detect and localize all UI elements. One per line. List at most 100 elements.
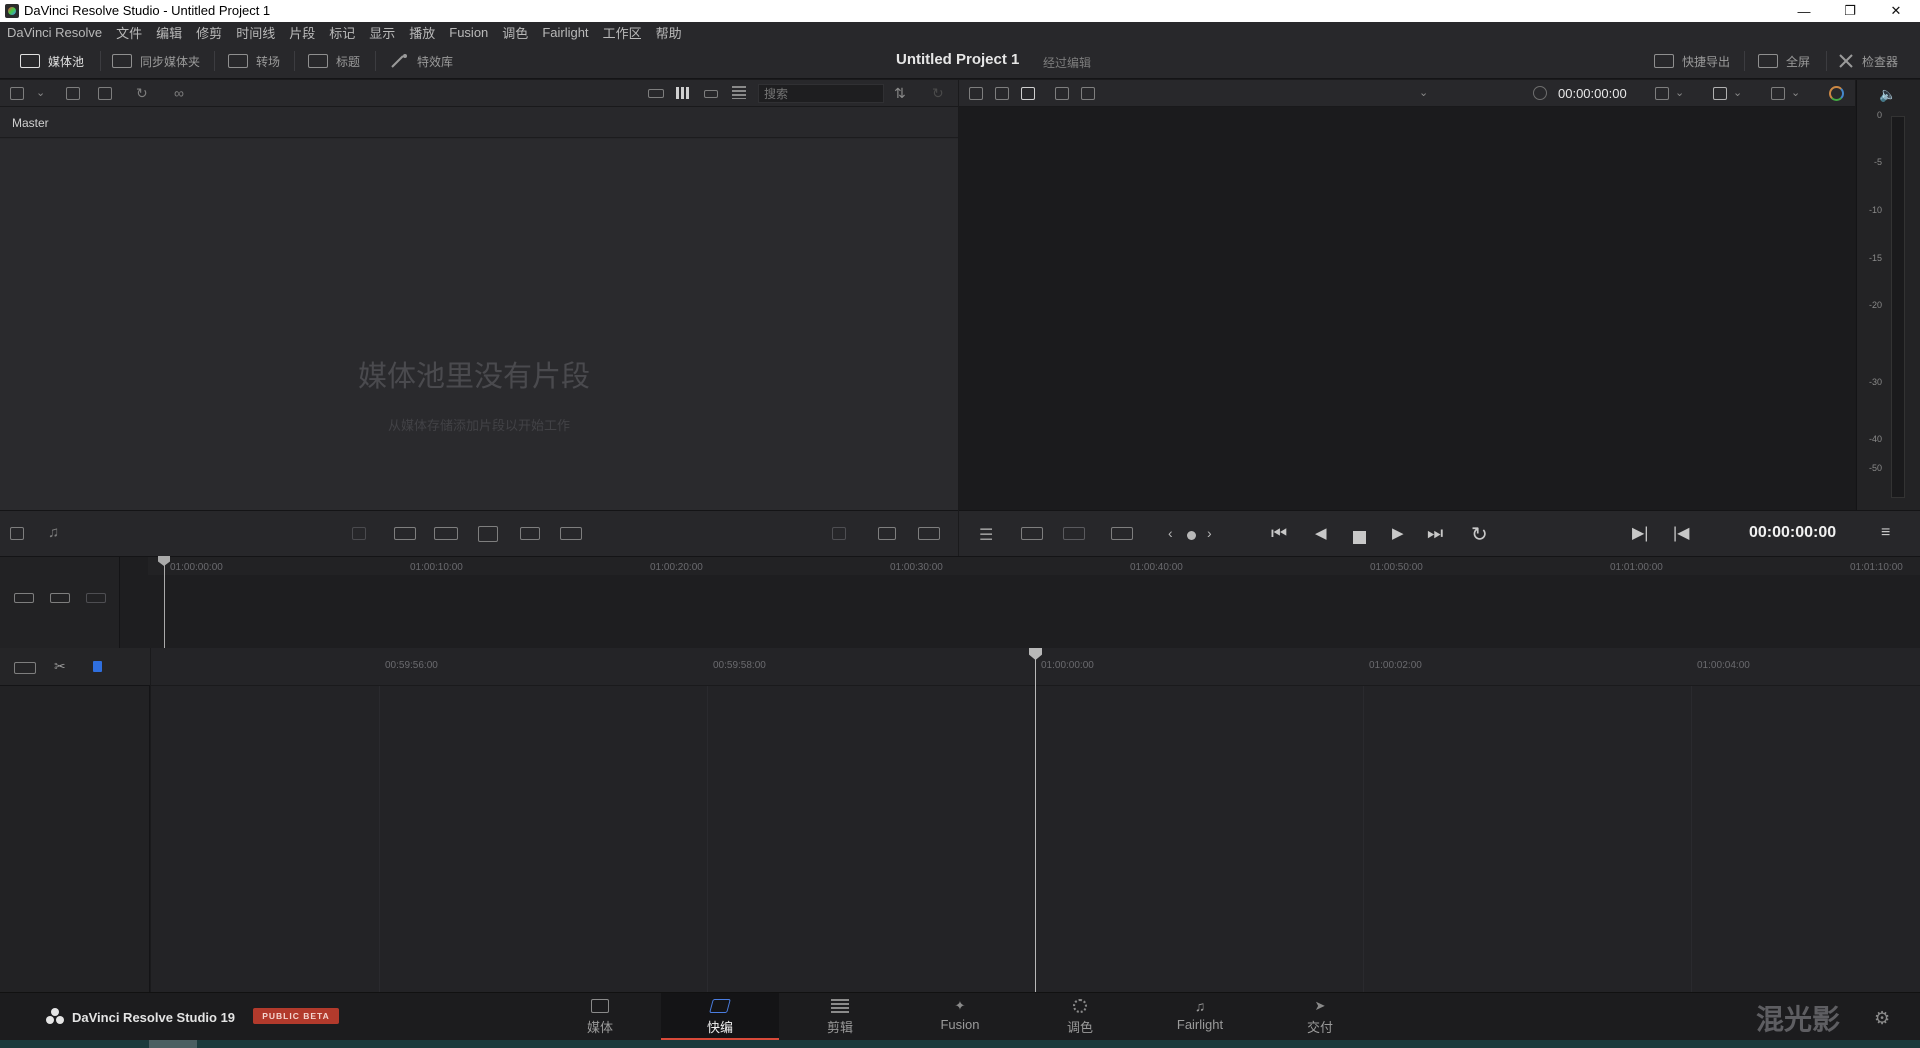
tab-edit[interactable]: 剪辑: [781, 993, 899, 1040]
timeline-view-icon[interactable]: [1021, 87, 1035, 100]
poi-add-icon[interactable]: [1063, 527, 1085, 540]
zoom-icon[interactable]: [1771, 87, 1785, 100]
media-pool-button[interactable]: 媒体池: [20, 52, 84, 70]
menu-clip[interactable]: 片段: [289, 23, 315, 42]
restore-icon[interactable]: ❐: [1827, 0, 1873, 22]
speaker-icon[interactable]: 🔈: [1879, 86, 1896, 103]
close-up-icon[interactable]: [478, 526, 498, 542]
tab-fairlight[interactable]: ♫ Fairlight: [1141, 993, 1259, 1040]
titles-button[interactable]: 标题: [308, 52, 360, 70]
menu-trim[interactable]: 修剪: [196, 23, 222, 42]
source-overwrite-icon[interactable]: [560, 527, 582, 540]
image-icon[interactable]: [878, 527, 896, 540]
new-smart-bin-icon[interactable]: [98, 87, 112, 100]
minimize-icon[interactable]: —: [1781, 0, 1827, 22]
close-icon[interactable]: ✕: [1873, 0, 1919, 22]
poi-icon[interactable]: [1021, 527, 1043, 540]
append-icon[interactable]: [394, 527, 416, 540]
effects-button[interactable]: 特效库: [389, 52, 453, 70]
scissors-icon[interactable]: ✂: [54, 658, 66, 675]
menu-playback[interactable]: 播放: [409, 23, 435, 42]
gear-icon[interactable]: ⚙: [1874, 1008, 1890, 1029]
scroll-thumb[interactable]: [149, 1040, 197, 1048]
menu-fusion[interactable]: Fusion: [449, 25, 488, 40]
menu-davinci-resolve[interactable]: DaVinci Resolve: [7, 25, 102, 40]
play-reverse-icon[interactable]: ◀: [1315, 524, 1327, 542]
loop-icon[interactable]: ↻: [1471, 522, 1488, 547]
go-to-end-icon[interactable]: ⏭: [1427, 523, 1443, 544]
center-dot-icon[interactable]: [1187, 531, 1196, 540]
tab-deliver[interactable]: ➤ 交付: [1261, 993, 1379, 1040]
camera-icon[interactable]: [1081, 87, 1095, 100]
tab-color[interactable]: 调色: [1021, 993, 1139, 1040]
source-tape-icon[interactable]: [995, 87, 1009, 100]
upper-timeline[interactable]: 01:00:00:00 01:00:10:00 01:00:20:00 01:0…: [0, 556, 1920, 649]
media-pool-empty-area[interactable]: 媒体池里没有片段 从媒体存储添加片段以开始工作: [0, 139, 958, 510]
menu-mark[interactable]: 标记: [329, 23, 355, 42]
quick-export-button[interactable]: 快捷导出: [1654, 52, 1730, 70]
chevron-down-icon[interactable]: ⌄: [1733, 86, 1742, 99]
thumbnail-view-icon[interactable]: [676, 87, 690, 99]
chevron-right-icon[interactable]: ›: [1207, 525, 1212, 541]
source-clip-icon[interactable]: [969, 87, 983, 100]
chevron-left-icon[interactable]: ‹: [1168, 525, 1173, 541]
tab-cut[interactable]: 快编: [661, 993, 779, 1040]
chevron-down-icon[interactable]: ⌄: [1419, 86, 1428, 99]
mark-in-icon[interactable]: ▶|: [1632, 523, 1648, 543]
add-track-icon[interactable]: [10, 527, 24, 540]
multi-view-icon[interactable]: [1055, 87, 1069, 100]
transitions-button[interactable]: 转场: [228, 52, 280, 70]
waveform-icon[interactable]: [918, 527, 940, 540]
list-view-icon[interactable]: [732, 86, 746, 99]
color-wheel-icon[interactable]: [1829, 86, 1844, 101]
ripple-overwrite-icon[interactable]: [434, 527, 458, 540]
menu-fairlight[interactable]: Fairlight: [542, 25, 588, 40]
menu-view[interactable]: 显示: [369, 23, 395, 42]
stop-icon[interactable]: [1353, 531, 1366, 544]
menu-help[interactable]: 帮助: [656, 23, 682, 42]
sync-bin-button[interactable]: 同步媒体夹: [112, 52, 200, 70]
upper-timeline-ruler[interactable]: 01:00:00:00 01:00:10:00 01:00:20:00 01:0…: [148, 557, 1920, 575]
sidebar-toggle-icon[interactable]: [10, 87, 24, 100]
bin-header[interactable]: Master: [0, 107, 958, 138]
inspector-button[interactable]: 检查器: [1838, 52, 1898, 70]
marker-icon[interactable]: [93, 661, 102, 672]
tab-media[interactable]: 媒体: [541, 993, 659, 1040]
go-to-start-icon[interactable]: ⏮: [1271, 523, 1287, 544]
chevron-down-icon[interactable]: ⌄: [1791, 86, 1800, 99]
sort-icon[interactable]: ⇅: [894, 85, 906, 102]
menu-timeline[interactable]: 时间线: [236, 23, 275, 42]
metadata-view-icon[interactable]: [648, 89, 664, 98]
menu-edit[interactable]: 编辑: [156, 23, 182, 42]
menu-file[interactable]: 文件: [116, 23, 142, 42]
timeline-list-icon[interactable]: [832, 527, 846, 540]
clip-view-icon[interactable]: [14, 662, 36, 674]
unlink-icon[interactable]: ∞: [174, 85, 184, 101]
play-icon[interactable]: ▶: [1392, 524, 1404, 542]
refresh-icon[interactable]: ↻: [932, 85, 944, 102]
play-around-icon[interactable]: [1111, 527, 1133, 540]
sliders-icon[interactable]: ☰: [979, 525, 993, 545]
chevron-down-icon[interactable]: ⌄: [1675, 86, 1684, 99]
fullscreen-button[interactable]: 全屏: [1758, 52, 1810, 70]
media-search-input[interactable]: [758, 84, 884, 103]
new-bin-icon[interactable]: [66, 87, 80, 100]
chevron-down-icon[interactable]: ⌄: [36, 86, 45, 99]
aspect-ratio-icon[interactable]: [1655, 87, 1669, 100]
audio-note-icon[interactable]: ♫: [48, 524, 59, 541]
relink-icon[interactable]: ↻: [136, 85, 148, 102]
menu-workspace[interactable]: 工作区: [603, 23, 642, 42]
upper-playhead[interactable]: [164, 556, 165, 648]
safe-area-icon[interactable]: [1713, 87, 1727, 100]
track-settings-icon[interactable]: [50, 593, 70, 603]
tab-fusion[interactable]: ✦ Fusion: [901, 993, 1019, 1040]
track-lock-icon[interactable]: [14, 593, 34, 603]
smart-insert-icon[interactable]: [352, 527, 366, 540]
menu-color[interactable]: 调色: [502, 23, 528, 42]
track-audio-icon[interactable]: [86, 593, 106, 603]
lower-playhead[interactable]: [1035, 652, 1036, 992]
mark-out-icon[interactable]: |◀: [1673, 523, 1689, 543]
filmstrip-view-icon[interactable]: [704, 90, 718, 98]
place-on-top-icon[interactable]: [520, 527, 540, 540]
options-menu-icon[interactable]: ≡: [1881, 524, 1890, 542]
